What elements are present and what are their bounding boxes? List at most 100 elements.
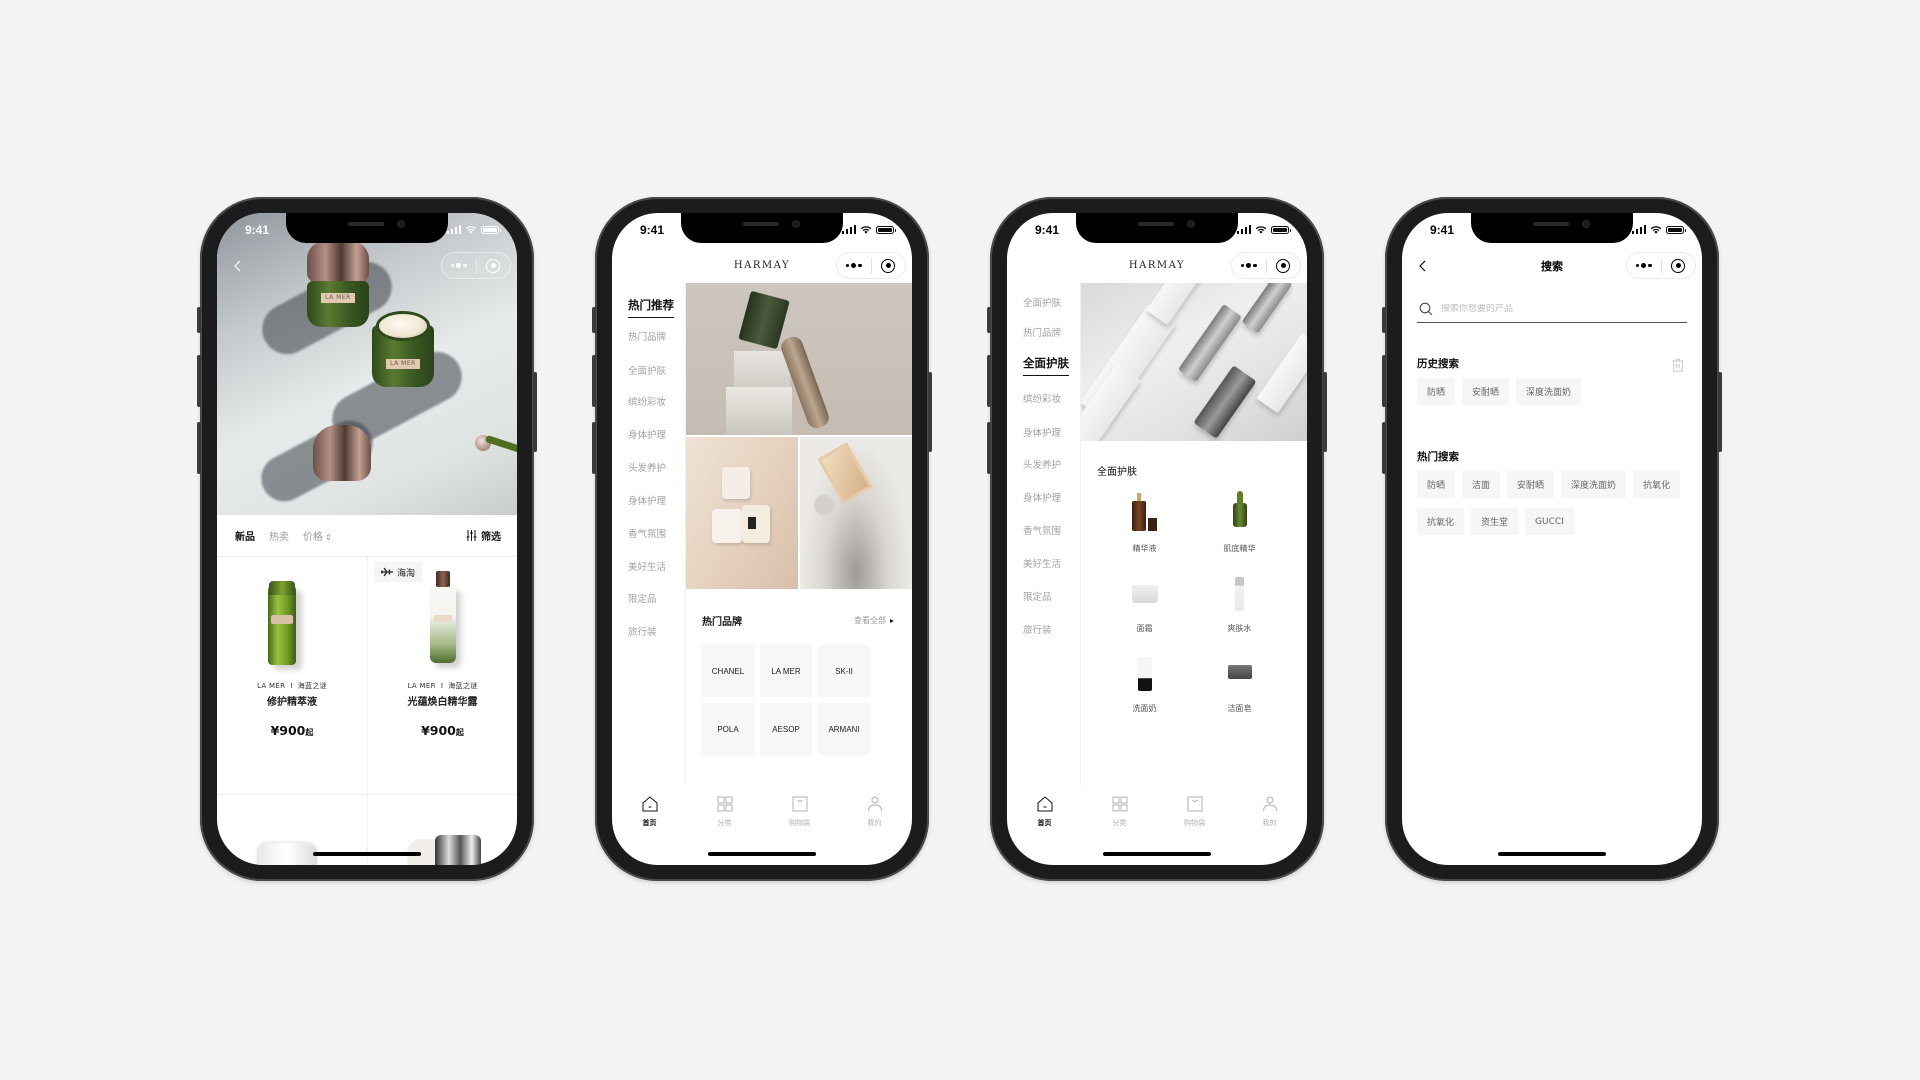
filter-tab-price[interactable]: 价格 ⇕ (303, 528, 332, 543)
close-mini-program-icon[interactable] (477, 258, 511, 273)
sidebar-item[interactable]: 美好生活 (628, 559, 666, 573)
sidebar-item[interactable]: 身体护理 (1023, 490, 1061, 504)
sidebar-item[interactable]: 热门推荐 (628, 297, 674, 318)
wifi-icon (1650, 226, 1662, 234)
brand-tile[interactable]: AESOP (760, 703, 812, 755)
tab-bar: 首页 分类 购物袋 我的 (1007, 789, 1307, 841)
hot-chip[interactable]: 抗氧化 (1633, 471, 1681, 498)
product-card[interactable]: 海淘 LA MER I 海蓝之谜 光蕴焕白精华露 ¥900起 (367, 557, 517, 795)
sidebar-item[interactable]: 身体护理 (1023, 425, 1061, 439)
product-brand: LA MER (257, 682, 286, 690)
notch (681, 213, 843, 243)
screen: 9:41 搜索 历史搜索 防晒 安耐晒 深度洗面奶 (1402, 213, 1702, 865)
hot-chip[interactable]: 抗氧化 (1417, 508, 1465, 535)
candle-image[interactable] (686, 437, 798, 589)
wifi-icon (465, 226, 477, 234)
price-suffix: 起 (455, 728, 464, 737)
nav-bar: HARMAY (612, 249, 912, 283)
sidebar-item[interactable]: 旅行装 (1023, 622, 1052, 636)
sidebar-item[interactable]: 全面护肤 (1023, 355, 1069, 376)
battery-icon (1271, 226, 1291, 234)
sidebar-item[interactable]: 香气氛围 (628, 526, 666, 540)
tab-profile[interactable]: 我的 (1232, 789, 1307, 841)
sidebar-item[interactable]: 全面护肤 (1023, 295, 1061, 309)
subcategory-grid: 精华液 肌底精华 面霜 爽肤水 洗面奶 洁面皂 (1097, 481, 1287, 721)
subcategory-item[interactable]: 面霜 (1097, 561, 1192, 641)
sidebar-item[interactable]: 缤纷彩妆 (628, 394, 666, 408)
more-icon[interactable] (1232, 263, 1266, 268)
status-time: 9:41 (1430, 223, 1455, 237)
status-time: 9:41 (1035, 223, 1060, 237)
notch (286, 213, 448, 243)
sidebar-item[interactable]: 缤纷彩妆 (1023, 391, 1061, 405)
subcategory-item[interactable]: 精华液 (1097, 481, 1192, 561)
hot-chip[interactable]: 安耐晒 (1507, 471, 1555, 498)
filter-tab-new[interactable]: 新品 (235, 528, 255, 543)
sidebar-item[interactable]: 香气氛围 (1023, 523, 1061, 537)
tab-profile[interactable]: 我的 (837, 789, 912, 841)
category-banner-image[interactable] (1081, 283, 1307, 441)
sidebar-item[interactable]: 限定品 (628, 591, 657, 605)
user-icon (867, 796, 882, 812)
sidebar-item[interactable]: 头发养护 (628, 460, 666, 474)
tab-label: 首页 (1037, 819, 1052, 827)
hot-chip[interactable]: 资生堂 (1471, 508, 1519, 535)
more-icon[interactable] (837, 263, 871, 268)
history-chip[interactable]: 防晒 (1417, 378, 1456, 405)
trash-icon[interactable] (1672, 358, 1684, 372)
filter-tab-hot[interactable]: 热卖 (269, 528, 289, 543)
product-thumbnail (1220, 649, 1260, 691)
hot-chip[interactable]: GUCCI (1525, 508, 1574, 535)
history-chip[interactable]: 安耐晒 (1462, 378, 1510, 405)
hot-chip[interactable]: 洁面 (1462, 471, 1501, 498)
tab-label: 分类 (1112, 819, 1127, 827)
sidebar-item[interactable]: 热门品牌 (1023, 325, 1061, 339)
tab-home[interactable]: 首页 (612, 789, 687, 841)
airplane-icon (381, 567, 393, 577)
brand-tile[interactable]: ARMANI (818, 703, 870, 755)
view-all-link[interactable]: 查看全部 (854, 615, 894, 626)
hot-chip[interactable]: 深度洗面奶 (1561, 471, 1627, 498)
more-icon[interactable] (442, 263, 476, 268)
close-mini-program-icon[interactable] (1267, 258, 1301, 273)
perfume-image[interactable] (800, 437, 912, 589)
search-input[interactable] (1441, 303, 1641, 314)
product-card[interactable]: LA MER I 海蓝之谜 修护精萃液 ¥900起 (217, 557, 367, 795)
sidebar-item[interactable]: 身体护理 (628, 493, 666, 507)
sidebar-item[interactable]: 美好生活 (1023, 556, 1061, 570)
back-icon[interactable] (229, 257, 247, 275)
sidebar-item[interactable]: 旅行装 (628, 624, 657, 638)
subcategory-item[interactable]: 洗面奶 (1097, 641, 1192, 721)
banner-image[interactable] (686, 283, 912, 435)
more-icon[interactable] (1627, 263, 1661, 268)
tab-home[interactable]: 首页 (1007, 789, 1082, 841)
filter-button[interactable]: 筛选 (466, 528, 501, 543)
sidebar-item[interactable]: 限定品 (1023, 589, 1052, 603)
signal-icon (446, 225, 461, 234)
tab-bag[interactable]: 购物袋 (1157, 789, 1232, 841)
tab-label: 首页 (642, 819, 657, 827)
sidebar-item[interactable]: 身体护理 (628, 427, 666, 441)
subcategory-item[interactable]: 爽肤水 (1192, 561, 1287, 641)
subcategory-label: 肌底精华 (1223, 544, 1256, 553)
wifi-icon (1255, 226, 1267, 234)
subcategory-item[interactable]: 肌底精华 (1192, 481, 1287, 561)
sidebar-item[interactable]: 热门品牌 (628, 329, 666, 343)
hot-chip[interactable]: 防晒 (1417, 471, 1456, 498)
tab-category[interactable]: 分类 (687, 789, 762, 841)
tab-bag[interactable]: 购物袋 (762, 789, 837, 841)
subcategory-item[interactable]: 洁面皂 (1192, 641, 1287, 721)
mini-program-capsule (1626, 252, 1696, 279)
brand-tile[interactable]: POLA (702, 703, 754, 755)
sidebar-item[interactable]: 头发养护 (1023, 457, 1061, 471)
home-indicator (1498, 852, 1606, 856)
brand-tile[interactable]: SK-II (818, 645, 870, 697)
close-mini-program-icon[interactable] (1662, 258, 1696, 273)
close-mini-program-icon[interactable] (872, 258, 906, 273)
brand-tile[interactable]: LA MER (760, 645, 812, 697)
brand-tile[interactable]: CHANEL (702, 645, 754, 697)
sidebar-item[interactable]: 全面护肤 (628, 363, 666, 377)
tab-category[interactable]: 分类 (1082, 789, 1157, 841)
history-chip[interactable]: 深度洗面奶 (1516, 378, 1582, 405)
sort-icon: ⇕ (325, 533, 332, 542)
